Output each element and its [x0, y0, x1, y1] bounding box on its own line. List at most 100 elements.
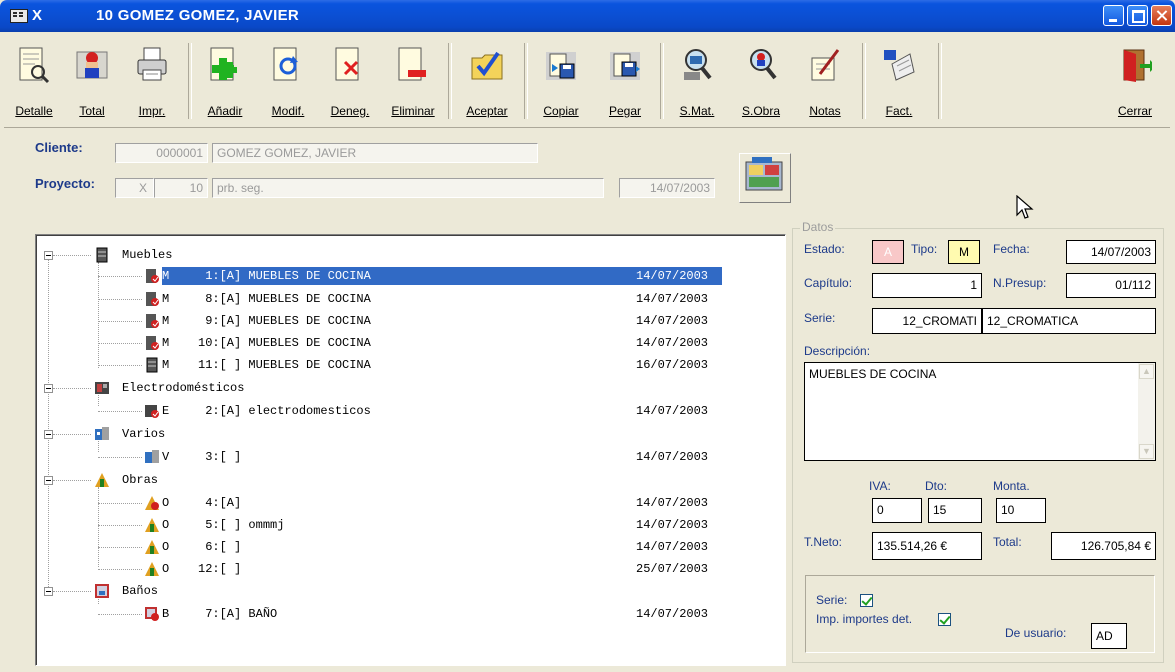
tree-row[interactable]: O 12:[ ] 25/07/2003 [162, 560, 722, 578]
tree-row[interactable]: O 4:[A] 14/07/2003 [162, 494, 722, 512]
tree-line [98, 547, 142, 548]
row-date: 25/07/2003 [636, 562, 709, 576]
tree-row[interactable]: M 8:[A] MUEBLES DE COCINA 14/07/2003 [162, 290, 722, 308]
tree-line [53, 591, 91, 592]
serie-name-field[interactable]: 12_CROMATICA [982, 308, 1156, 334]
project-image-button[interactable] [739, 153, 791, 203]
row-text: O 5:[ ] ommmj [162, 518, 285, 532]
row-date: 14/07/2003 [636, 292, 709, 306]
budget-tree[interactable]: Muebles M 1:[A] MUEBLES DE COCINA 14/07/2… [35, 234, 786, 666]
group-label-obras[interactable]: Obras [122, 471, 158, 489]
fecha-field[interactable]: 14/07/2003 [1066, 240, 1156, 264]
tree-row[interactable]: M 9:[A] MUEBLES DE COCINA 14/07/2003 [162, 312, 722, 330]
app-label: X [32, 7, 43, 24]
minimize-button[interactable] [1103, 5, 1124, 26]
tree-row[interactable]: V 3:[ ] 14/07/2003 [162, 448, 722, 466]
estado-field[interactable]: A [872, 240, 904, 264]
cerrar-button[interactable]: Cerrar [1104, 38, 1166, 124]
facturar-button[interactable]: Fact. [868, 38, 930, 124]
cliente-name-field[interactable]: GOMEZ GOMEZ, JAVIER [212, 143, 538, 163]
tree-row[interactable]: M 10:[A] MUEBLES DE COCINA 14/07/2003 [162, 334, 722, 352]
tree-line [98, 262, 99, 368]
proyecto-desc-field[interactable]: prb. seg. [212, 178, 604, 198]
notas-button[interactable]: Notas [794, 38, 856, 124]
tree-row[interactable]: M 11:[ ] MUEBLES DE COCINA 16/07/2003 [162, 356, 722, 374]
aceptar-label: Aceptar [466, 104, 508, 118]
usuario-field[interactable]: AD [1091, 623, 1127, 649]
proyecto-serie-field[interactable]: X [115, 178, 154, 198]
aceptar-button[interactable]: Aceptar [454, 38, 520, 124]
descripcion-textarea[interactable]: MUEBLES DE COCINA ▲ ▼ [804, 362, 1156, 461]
descripcion-scrollbar[interactable]: ▲ ▼ [1138, 363, 1155, 460]
group-label-muebles[interactable]: Muebles [122, 246, 172, 264]
iva-field[interactable]: 0 [872, 498, 922, 523]
misc-icon [95, 427, 109, 440]
serie-code-field[interactable]: 12_CROMATI [872, 308, 982, 334]
toolbar: Detalle Total Impr. Añadir Modif. Deneg.… [4, 35, 1170, 128]
proyecto-num-field[interactable]: 10 [154, 178, 208, 198]
tree-line [98, 395, 99, 406]
tree-line [98, 276, 142, 277]
detalle-button[interactable]: Detalle [6, 38, 62, 124]
tree-row[interactable]: B 7:[A] BAÑO 14/07/2003 [162, 605, 722, 623]
capitulo-field[interactable]: 1 [872, 273, 982, 298]
anadir-button[interactable]: Añadir [194, 38, 256, 124]
tree-row[interactable]: M 1:[A] MUEBLES DE COCINA 14/07/2003 [162, 267, 722, 285]
row-text: E 2:[A] electrodomesticos [162, 404, 371, 418]
title-bar[interactable]: X 10 GOMEZ GOMEZ, JAVIER [0, 0, 1175, 32]
collapse-toggle[interactable] [44, 251, 53, 260]
iva-label: IVA: [869, 479, 891, 493]
monta-field[interactable]: 10 [996, 498, 1046, 523]
app-window-icon[interactable] [10, 9, 28, 23]
scroll-up-arrow-icon[interactable]: ▲ [1139, 364, 1154, 379]
project-picture-icon [745, 157, 783, 191]
tree-row[interactable]: O 6:[ ] 14/07/2003 [162, 538, 722, 556]
row-date: 14/07/2003 [636, 269, 709, 283]
row-text: M 10:[A] MUEBLES DE COCINA [162, 336, 371, 350]
proyecto-date-field[interactable]: 14/07/2003 [619, 178, 715, 198]
tree-line [53, 388, 91, 389]
modificar-button[interactable]: Modif. [258, 38, 318, 124]
collapse-toggle[interactable] [44, 587, 53, 596]
eliminar-button[interactable]: Eliminar [382, 38, 444, 124]
row-text: M 1:[A] MUEBLES DE COCINA [162, 269, 371, 283]
group-label-varios[interactable]: Varios [122, 425, 165, 443]
total-field[interactable]: 126.705,84 € [1051, 532, 1156, 560]
close-window-button[interactable] [1151, 5, 1172, 26]
collapse-toggle[interactable] [44, 384, 53, 393]
maximize-button[interactable] [1127, 5, 1148, 26]
works-approved-icon [145, 496, 159, 510]
smat-button[interactable]: S.Mat. [666, 38, 728, 124]
printer-icon [137, 47, 167, 81]
imprimir-button[interactable]: Impr. [122, 38, 182, 124]
tree-line [98, 299, 142, 300]
notes-pen-icon [811, 49, 840, 81]
npresup-field[interactable]: 01/112 [1066, 273, 1156, 298]
smat-label: S.Mat. [679, 104, 715, 118]
total-button[interactable]: Total [64, 38, 120, 124]
works-item-icon [145, 518, 159, 532]
tipo-field[interactable]: M [948, 240, 980, 264]
dto-field[interactable]: 15 [928, 498, 982, 523]
imp-importes-checkbox[interactable] [938, 613, 951, 626]
toolbar-separator [938, 43, 942, 119]
cliente-code-field[interactable]: 0000001 [115, 143, 208, 163]
pegar-button[interactable]: Pegar [594, 38, 656, 124]
tree-row[interactable]: O 5:[ ] ommmj 14/07/2003 [162, 516, 722, 534]
tree-row[interactable]: E 2:[A] electrodomesticos 14/07/2003 [162, 402, 722, 420]
row-text: O 12:[ ] [162, 562, 242, 576]
tneto-field[interactable]: 135.514,26 € [872, 532, 982, 560]
group-label-banos[interactable]: Baños [122, 582, 158, 600]
add-green-cross-icon [210, 47, 237, 81]
group-label-electrodomesticos[interactable]: Electrodomésticos [122, 379, 244, 397]
serie-checkbox[interactable] [860, 594, 873, 607]
collapse-toggle[interactable] [44, 430, 53, 439]
denegar-button[interactable]: Deneg. [320, 38, 380, 124]
total-label: Total [79, 104, 105, 118]
detail-document-icon [19, 47, 50, 84]
copiar-button[interactable]: Copiar [530, 38, 592, 124]
deny-x-icon [335, 47, 359, 81]
scroll-down-arrow-icon[interactable]: ▼ [1139, 444, 1154, 459]
collapse-toggle[interactable] [44, 476, 53, 485]
sobra-button[interactable]: S.Obra [730, 38, 792, 124]
